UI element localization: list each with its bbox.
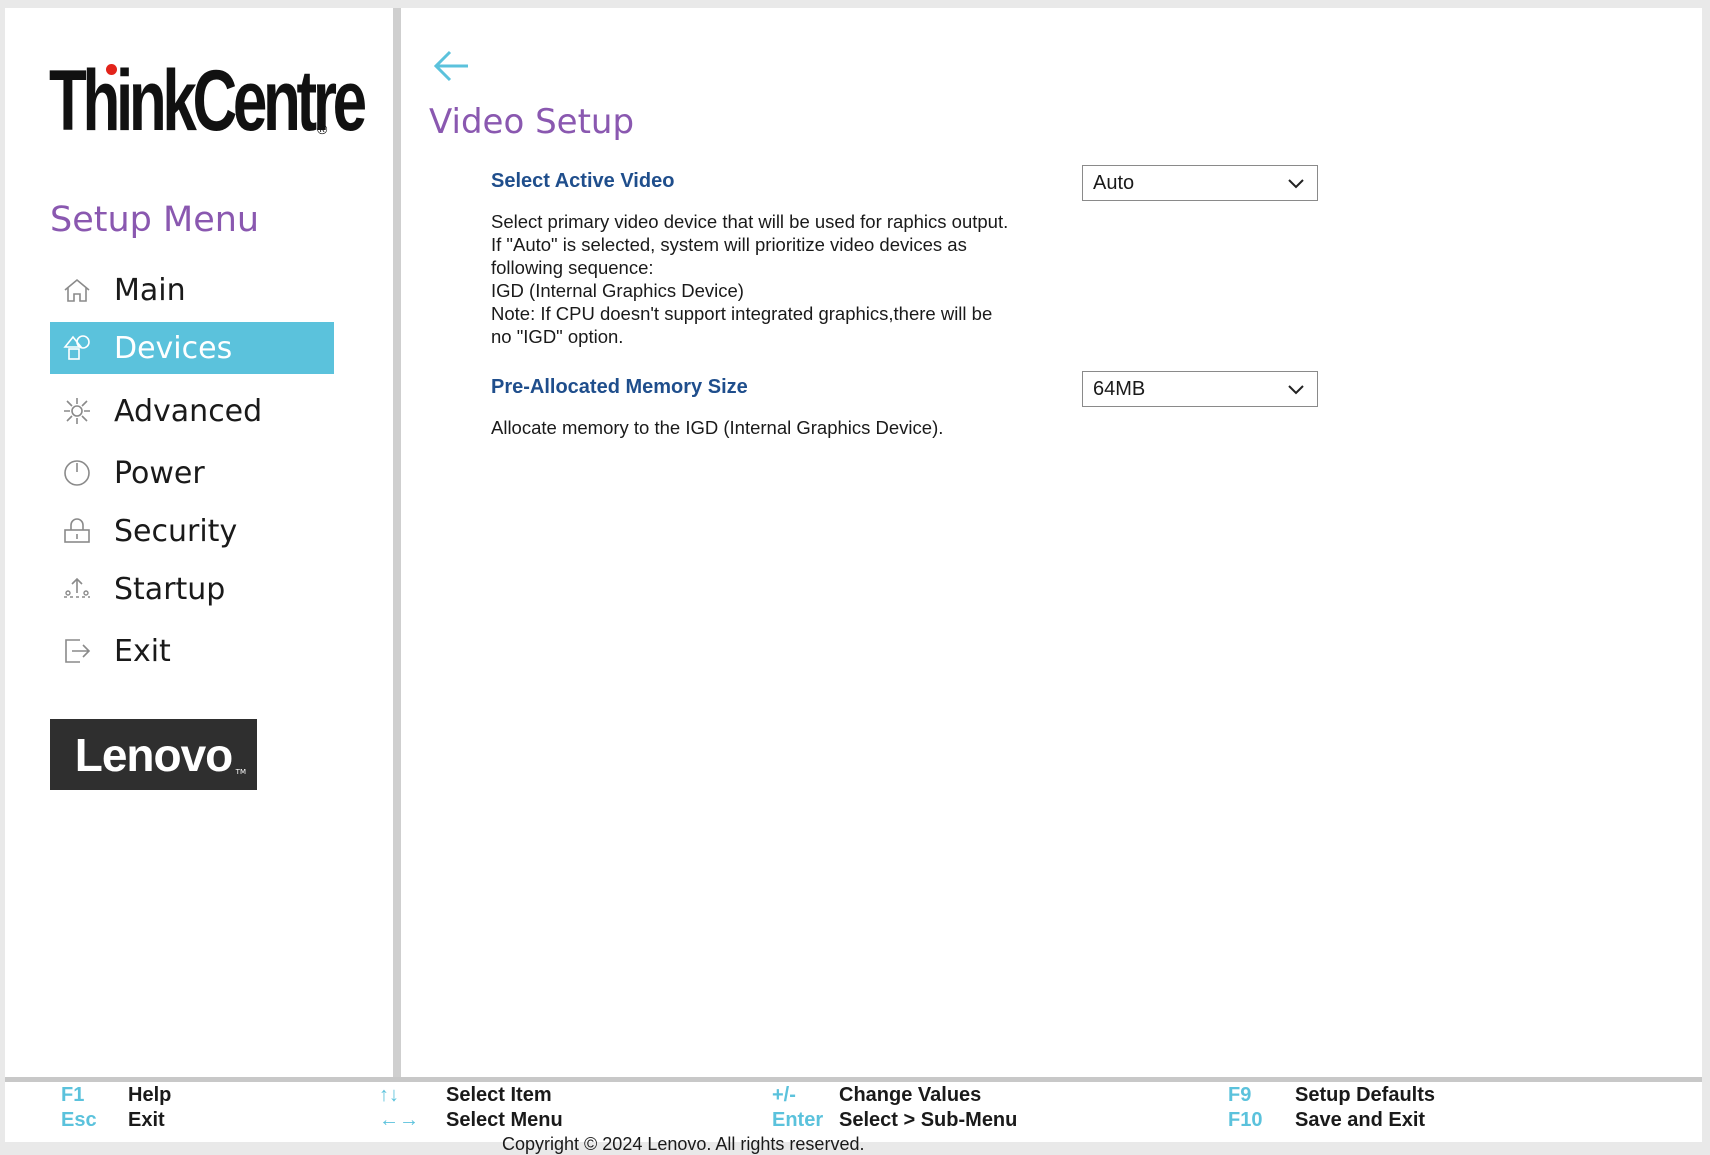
description-line: If "Auto" is selected, system will prior… xyxy=(491,234,967,255)
key-esc: Esc xyxy=(61,1109,97,1131)
sidebar-item-label: Security xyxy=(114,513,238,549)
back-arrow-icon[interactable] xyxy=(430,46,474,86)
sidebar-item-power[interactable]: Power xyxy=(50,447,334,499)
thinkcentre-logo: ThinkCentre xyxy=(49,53,367,149)
description-line: Note: If CPU doesn't support integrated … xyxy=(491,303,993,324)
page-title: Video Setup xyxy=(429,102,635,142)
sidebar-item-label: Advanced xyxy=(114,393,263,429)
lenovo-logo-text: Lenovo xyxy=(74,728,234,781)
sidebar-item-label: Devices xyxy=(114,330,233,366)
chevron-down-icon xyxy=(1288,385,1304,395)
dropdown-value: 64MB xyxy=(1093,377,1146,400)
sidebar-item-label: Power xyxy=(114,455,205,491)
description-line: Select primary video device that will be… xyxy=(491,211,1009,232)
exit-icon xyxy=(62,631,106,671)
sidebar-item-security[interactable]: Security xyxy=(50,505,334,557)
key-esc-desc: Exit xyxy=(128,1109,165,1131)
lock-icon xyxy=(62,511,106,551)
key-plus-minus-desc: Change Values xyxy=(839,1084,982,1106)
logo-red-dot xyxy=(106,64,117,75)
sidebar-item-label: Startup xyxy=(114,571,226,607)
sidebar-item-main[interactable]: Main xyxy=(50,264,334,316)
description-line: Allocate memory to the IGD (Internal Gra… xyxy=(491,417,944,438)
sidebar-item-devices[interactable]: Devices xyxy=(50,322,334,374)
key-f10: F10 xyxy=(1228,1109,1263,1131)
home-icon xyxy=(62,270,106,310)
description-line: no "IGD" option. xyxy=(491,326,624,347)
key-up-down: ↑↓ xyxy=(379,1084,399,1106)
sidebar: ThinkCentre ® Setup Menu Main Devices Ad… xyxy=(5,8,393,1077)
key-f1-desc: Help xyxy=(128,1084,172,1106)
bios-window: ThinkCentre ® Setup Menu Main Devices Ad… xyxy=(5,8,1702,1142)
pre-allocated-memory-label: Pre-Allocated Memory Size xyxy=(491,376,748,398)
select-active-video-description: Select primary video device that will be… xyxy=(491,210,1061,348)
sidebar-item-startup[interactable]: Startup xyxy=(50,563,334,615)
description-line: following sequence: xyxy=(491,257,654,278)
sidebar-item-label: Main xyxy=(114,272,186,308)
key-enter: Enter xyxy=(772,1109,824,1131)
power-icon xyxy=(62,453,106,493)
key-left-right-desc: Select Menu xyxy=(446,1109,563,1131)
footer-keybar: F1 Help Esc Exit ↑↓ Select Item ←→ Selec… xyxy=(5,1082,1702,1142)
select-active-video-dropdown[interactable]: Auto xyxy=(1082,165,1318,201)
key-f1: F1 xyxy=(61,1084,85,1106)
key-f10-desc: Save and Exit xyxy=(1295,1109,1426,1131)
sidebar-item-label: Exit xyxy=(114,633,171,669)
lenovo-logo: Lenovo TM xyxy=(50,719,257,790)
copyright-text: Copyright © 2024 Lenovo. All rights rese… xyxy=(502,1134,865,1154)
sidebar-divider xyxy=(393,8,401,1077)
key-f9: F9 xyxy=(1228,1084,1252,1106)
key-left-right: ←→ xyxy=(379,1109,419,1131)
pre-allocated-memory-dropdown[interactable]: 64MB xyxy=(1082,371,1318,407)
sidebar-item-exit[interactable]: Exit xyxy=(50,625,334,677)
registered-mark: ® xyxy=(317,121,328,137)
dropdown-value: Auto xyxy=(1093,171,1135,194)
key-enter-desc: Select > Sub-Menu xyxy=(839,1109,1018,1131)
advanced-gear-icon xyxy=(62,391,106,431)
devices-icon xyxy=(62,328,106,368)
sidebar-item-advanced[interactable]: Advanced xyxy=(50,385,334,437)
key-f9-desc: Setup Defaults xyxy=(1295,1084,1436,1106)
select-active-video-label: Select Active Video xyxy=(491,170,675,192)
key-plus-minus: +/- xyxy=(772,1084,796,1106)
startup-icon xyxy=(62,569,106,609)
lenovo-trademark: TM xyxy=(235,768,246,776)
chevron-down-icon xyxy=(1288,179,1304,189)
description-line: IGD (Internal Graphics Device) xyxy=(491,280,744,301)
key-up-down-desc: Select Item xyxy=(446,1084,552,1106)
setup-menu-title: Setup Menu xyxy=(50,200,260,240)
pre-allocated-memory-description: Allocate memory to the IGD (Internal Gra… xyxy=(491,416,1061,439)
